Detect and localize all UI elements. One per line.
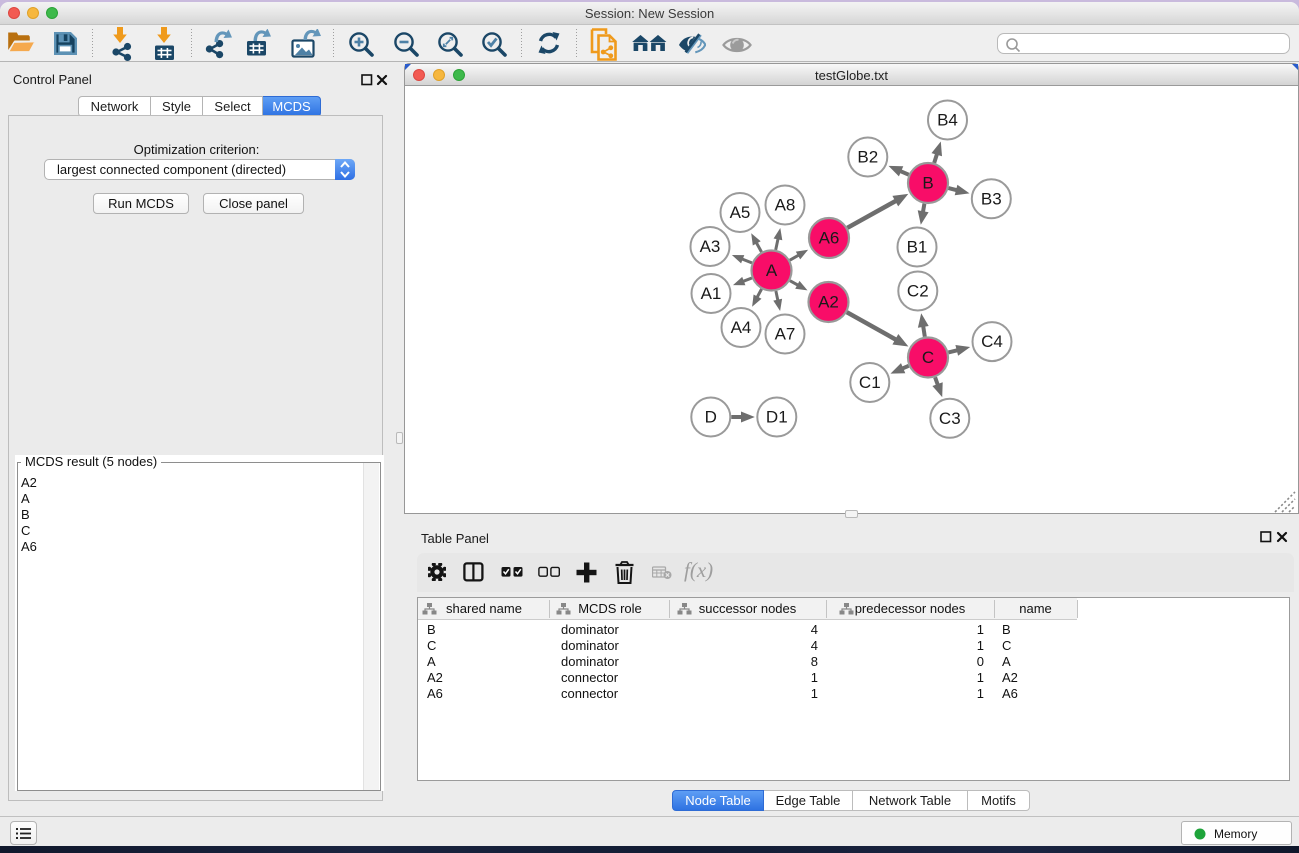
svg-text:B3: B3 [981,189,1002,208]
svg-text:D1: D1 [766,408,788,427]
svg-text:A8: A8 [775,196,796,215]
svg-text:A7: A7 [775,325,796,344]
svg-text:B: B [922,174,933,193]
svg-text:C: C [922,348,934,367]
svg-text:C4: C4 [981,332,1003,351]
svg-text:B2: B2 [857,148,878,167]
svg-text:A2: A2 [818,293,839,312]
svg-text:A: A [766,261,778,280]
svg-text:A6: A6 [819,229,840,248]
svg-text:C1: C1 [859,373,881,392]
svg-text:A1: A1 [701,284,722,303]
svg-text:D: D [705,408,717,427]
svg-text:A3: A3 [700,237,721,256]
svg-text:A5: A5 [730,203,751,222]
svg-text:A4: A4 [731,318,752,337]
svg-text:B1: B1 [907,238,928,257]
svg-text:C3: C3 [939,409,961,428]
svg-text:C2: C2 [907,282,929,301]
svg-text:B4: B4 [937,111,958,130]
